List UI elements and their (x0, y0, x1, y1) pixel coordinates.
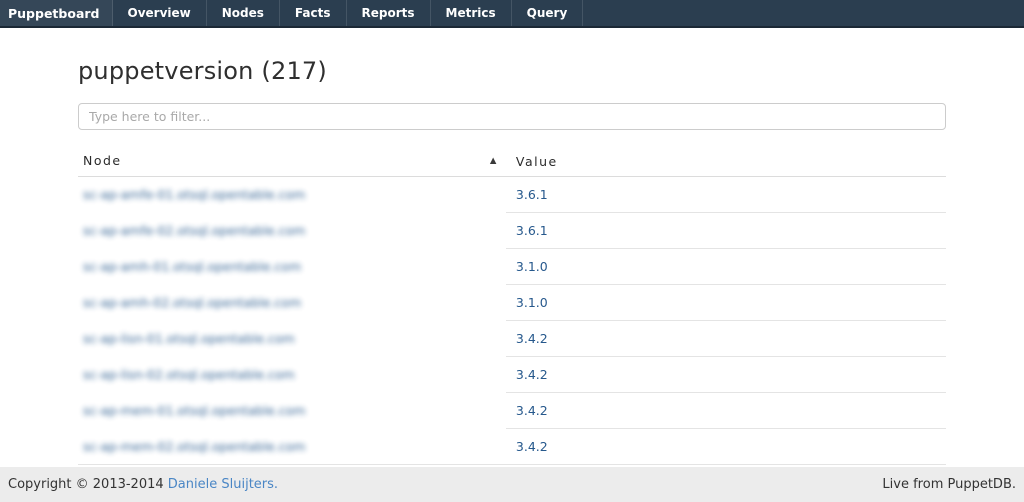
table-row: sc-ap-mem-01.otsql.opentable.com 3.4.2 (78, 393, 946, 429)
fact-value-link[interactable]: 3.4.2 (516, 367, 548, 382)
table-row: sc-ap-amh-02.otsql.opentable.com 3.1.0 (78, 285, 946, 321)
table-row: sc-ap-lisn-02.otsql.opentable.com 3.4.2 (78, 357, 946, 393)
filter-input[interactable] (78, 103, 946, 130)
copyright-text: Copyright © 2013-2014 (8, 477, 164, 492)
column-header-node[interactable]: ▲ Node (78, 146, 506, 177)
fact-values-table: ▲ Node Value sc-ap-amfe-01.otsql.opentab… (78, 146, 946, 500)
node-link[interactable]: sc-ap-lisn-01.otsql.opentable.com (83, 331, 295, 346)
table-row: sc-ap-amfe-01.otsql.opentable.com 3.6.1 (78, 177, 946, 213)
node-link[interactable]: sc-ap-lisn-02.otsql.opentable.com (83, 367, 295, 382)
sort-asc-icon: ▲ (490, 153, 498, 169)
column-header-node-label: Node (83, 153, 122, 168)
fact-value-link[interactable]: 3.1.0 (516, 259, 548, 274)
node-link[interactable]: sc-ap-mem-01.otsql.opentable.com (83, 403, 305, 418)
table-row: sc-ap-mem-02.otsql.opentable.com 3.4.2 (78, 429, 946, 465)
table-row: sc-ap-lisn-01.otsql.opentable.com 3.4.2 (78, 321, 946, 357)
column-header-value[interactable]: Value (506, 146, 946, 177)
nav-item-reports[interactable]: Reports (347, 0, 431, 26)
footer-copyright: Copyright © 2013-2014 Daniele Sluijters. (8, 477, 278, 492)
table-row: sc-ap-amfe-02.otsql.opentable.com 3.6.1 (78, 213, 946, 249)
footer: Copyright © 2013-2014 Daniele Sluijters.… (0, 467, 1024, 502)
page-title: puppetversion (217) (78, 56, 946, 87)
table-row: sc-ap-amh-01.otsql.opentable.com 3.1.0 (78, 249, 946, 285)
fact-value-link[interactable]: 3.1.0 (516, 295, 548, 310)
author-link[interactable]: Daniele Sluijters. (168, 477, 278, 492)
nav-item-facts[interactable]: Facts (280, 0, 347, 26)
nav-item-overview[interactable]: Overview (113, 0, 207, 26)
fact-value-link[interactable]: 3.4.2 (516, 331, 548, 346)
table-header-row: ▲ Node Value (78, 146, 946, 177)
node-link[interactable]: sc-ap-amh-01.otsql.opentable.com (83, 259, 301, 274)
fact-value-link[interactable]: 3.6.1 (516, 223, 548, 238)
fact-value-link[interactable]: 3.4.2 (516, 439, 548, 454)
node-link[interactable]: sc-ap-mem-02.otsql.opentable.com (83, 439, 305, 454)
nav-item-query[interactable]: Query (512, 0, 584, 26)
nav-item-metrics[interactable]: Metrics (431, 0, 512, 26)
nav-item-nodes[interactable]: Nodes (207, 0, 280, 26)
fact-value-link[interactable]: 3.4.2 (516, 403, 548, 418)
column-header-value-label: Value (516, 154, 558, 169)
fact-value-link[interactable]: 3.6.1 (516, 187, 548, 202)
node-link[interactable]: sc-ap-amfe-01.otsql.opentable.com (83, 187, 305, 202)
brand-puppetboard[interactable]: Puppetboard (0, 0, 113, 26)
main-content: puppetversion (217) ▲ Node Value sc-ap-a… (78, 56, 946, 500)
node-link[interactable]: sc-ap-amh-02.otsql.opentable.com (83, 295, 301, 310)
node-link[interactable]: sc-ap-amfe-02.otsql.opentable.com (83, 223, 305, 238)
footer-status: Live from PuppetDB. (882, 477, 1016, 492)
navbar: Puppetboard Overview Nodes Facts Reports… (0, 0, 1024, 28)
